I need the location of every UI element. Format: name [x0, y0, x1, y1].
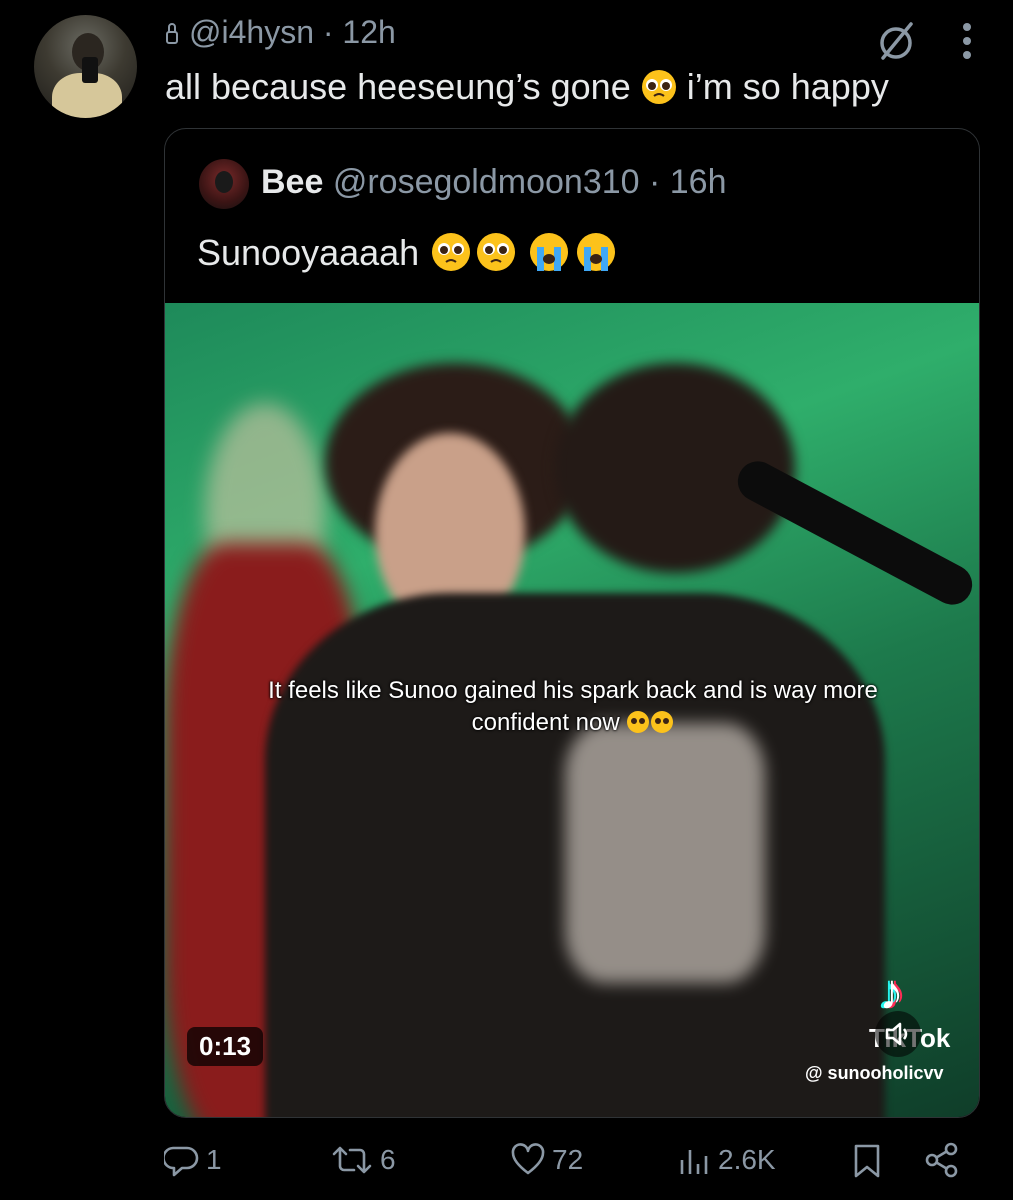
author-avatar[interactable] — [34, 15, 137, 118]
quoted-text-body: Sunooyaaaah — [197, 232, 420, 273]
video-duration: 0:13 — [187, 1027, 264, 1066]
video-caption-line-2: confident now — [471, 709, 620, 736]
bookmark-icon — [854, 1144, 880, 1178]
pleading-face-emoji — [641, 70, 676, 104]
views-icon — [680, 1150, 708, 1174]
top-right-icons — [871, 16, 973, 66]
post-text-start: all because heeseung’s gone — [165, 66, 631, 107]
quoted-author-name[interactable]: Bee — [261, 163, 323, 201]
post-text-end: i’m so happy — [686, 66, 889, 107]
share-icon — [925, 1142, 958, 1178]
author-handle-time[interactable]: @i4hysn · 12h — [189, 14, 396, 51]
video-player[interactable]: It feels like Sunoo gained his spark bac… — [165, 303, 979, 1117]
quoted-handle-time[interactable]: @rosegoldmoon310 · 16h — [333, 163, 727, 201]
mute-icon — [885, 1022, 908, 1046]
repost-count: 6 — [380, 1144, 396, 1175]
action-bar: 1 6 72 2.6K — [164, 1142, 974, 1190]
reply-button[interactable]: 1 — [164, 1142, 222, 1178]
video-caption: It feels like Sunoo gained his spark bac… — [165, 675, 979, 739]
grok-icon[interactable] — [871, 16, 921, 66]
caption-emoji — [627, 711, 674, 733]
like-button[interactable]: 72 — [510, 1142, 583, 1178]
bookmark-button[interactable] — [852, 1142, 882, 1180]
quoted-text: Sunooyaaaah — [197, 231, 619, 274]
views-button[interactable]: 2.6K — [678, 1142, 776, 1178]
more-icon[interactable] — [961, 19, 973, 63]
share-button[interactable] — [924, 1142, 960, 1178]
like-count: 72 — [552, 1144, 584, 1175]
emoji-row — [432, 233, 616, 271]
tiktok-handle: @ sunooholicvv — [805, 1063, 944, 1083]
mute-button[interactable] — [875, 1011, 921, 1057]
quoted-author-avatar[interactable] — [199, 159, 249, 209]
repost-icon — [332, 1146, 372, 1174]
quoted-post[interactable]: Bee @rosegoldmoon310 · 16h Sunooyaaaah I… — [164, 128, 980, 1118]
post-header: @i4hysn · 12h — [165, 14, 396, 51]
reply-count: 1 — [206, 1144, 222, 1175]
post-detail: @i4hysn · 12h all because heeseung’s gon… — [0, 0, 1013, 1200]
quoted-header: Bee @rosegoldmoon310 · 16h — [261, 163, 726, 202]
like-icon — [511, 1143, 545, 1175]
video-caption-line-1: It feels like Sunoo gained his spark bac… — [268, 677, 878, 704]
lock-icon — [166, 22, 178, 44]
repost-button[interactable]: 6 — [330, 1142, 396, 1178]
post-text: all because heeseung’s gone i’m so happy — [165, 66, 889, 108]
reply-icon — [164, 1146, 199, 1177]
view-count: 2.6K — [718, 1144, 776, 1175]
